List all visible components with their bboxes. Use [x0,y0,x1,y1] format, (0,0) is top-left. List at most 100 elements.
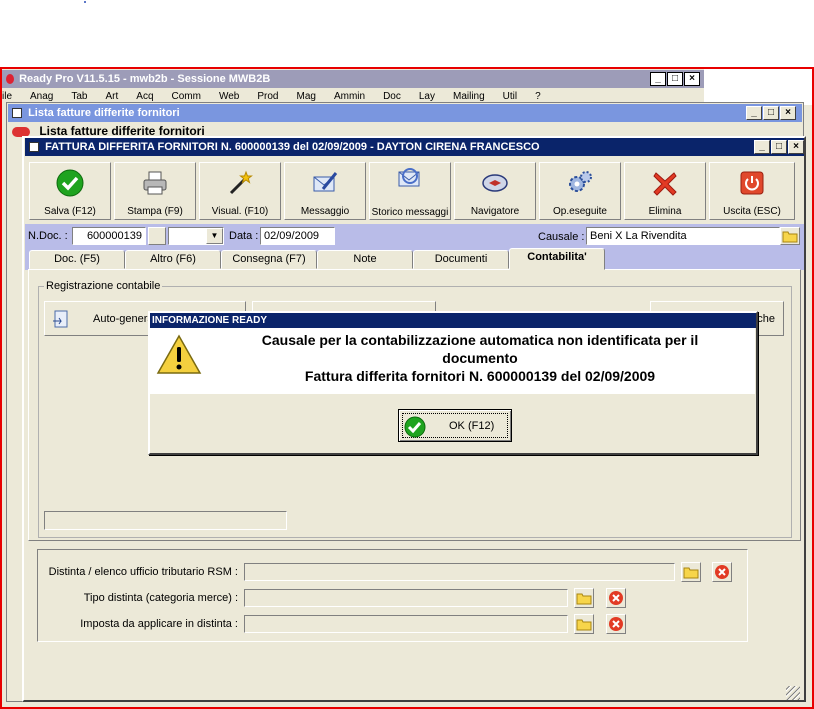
chevron-down-icon[interactable]: ▼ [206,228,223,244]
envelope-pen-icon [313,172,338,192]
main-window-controls: _ □ × [650,72,700,86]
operations-button[interactable]: Op.eseguite [539,162,621,220]
close-button[interactable]: × [684,72,700,86]
tab-consegna[interactable]: Consegna (F7) [221,250,317,269]
delete-button[interactable]: Elimina [624,162,706,220]
invoice-window-titlebar[interactable]: FATTURA DIFFERITA FORNITORI N. 600000139… [25,138,804,156]
menu-item-ammin[interactable]: Ammin [334,91,365,102]
menu-item-doc[interactable]: Doc [383,91,401,102]
menu-item-art[interactable]: Art [106,91,119,102]
menu-item-tab[interactable]: Tab [71,91,87,102]
invoice-window-title: FATTURA DIFFERITA FORNITORI N. 600000139… [45,141,540,153]
invoice-window-controls: _ □ × [754,140,804,154]
desktop-background-strip [704,69,812,105]
menu-item-acq[interactable]: Acq [136,91,153,102]
menu-item-ile[interactable]: ile [2,91,12,102]
imposta-field[interactable] [244,615,568,633]
print-button[interactable]: Stampa (F9) [114,162,196,220]
menu-item-prod[interactable]: Prod [257,91,278,102]
warning-icon [156,334,202,374]
folder-icon [683,567,699,579]
menu-item-[interactable]: ? [535,91,541,102]
menu-item-mailing[interactable]: Mailing [453,91,485,102]
elenco-folder-button[interactable] [681,562,701,582]
elenco-field[interactable] [244,563,675,581]
invoice-icon [29,142,39,153]
tipo-label: Tipo distinta (categoria merce) : [83,592,238,604]
list-icon [12,108,22,119]
message-history-icon [398,168,420,187]
message-line-1: Causale per la contabilizzazione automat… [261,332,699,348]
imposta-clear-button[interactable] [606,614,626,634]
message-button[interactable]: Messaggio [284,162,366,220]
list-close-button[interactable]: × [780,106,796,120]
registrazione-group-label: Registrazione contabile [44,280,163,292]
menu-item-comm[interactable]: Comm [172,91,201,102]
list-maximize-button[interactable]: □ [763,106,779,120]
invoice-close-button[interactable]: × [788,140,804,154]
main-window-title: Ready Pro V11.5.15 - mwb2b - Sessione MW… [19,73,271,85]
tab-altro[interactable]: Altro (F6) [125,250,221,269]
info-dialog-titlebar[interactable]: INFORMAZIONE READY [150,313,756,328]
minimize-button[interactable]: _ [650,72,666,86]
magic-wand-icon [229,170,253,195]
imposta-folder-button[interactable] [574,614,594,634]
message-line-2: documento [442,350,518,366]
tab-documenti[interactable]: Documenti [413,250,509,269]
auto-genera-label: Auto-genera [93,313,154,325]
exit-button[interactable]: Uscita (ESC) [709,162,795,220]
navigator-button[interactable]: Navigatore [454,162,536,220]
menu-item-web[interactable]: Web [219,91,239,102]
list-window-titlebar[interactable]: Lista fatture differite fornitori [8,104,802,122]
menu-item-anag[interactable]: Anag [30,91,53,102]
invoice-maximize-button[interactable]: □ [771,140,787,154]
tipo-field[interactable] [244,589,568,607]
imposta-label: Imposta da applicare in distinta : [80,618,238,630]
info-dialog-message: Causale per la contabilizzazione automat… [210,331,750,385]
power-icon [740,171,764,195]
gears-icon [569,171,592,192]
invoice-minimize-button[interactable]: _ [754,140,770,154]
right-button-label: che [757,313,775,325]
message-line-3: Fattura differita fornitori N. 600000139… [304,368,656,384]
printer-icon [143,171,167,195]
maximize-button[interactable]: □ [667,72,683,86]
causale-field[interactable]: Beni X La Rivendita [586,227,780,245]
app-icon [6,74,14,85]
list-window-title: Lista fatture differite fornitori [28,107,180,119]
compass-icon [482,174,508,192]
tab-note[interactable]: Note [317,250,413,269]
save-button[interactable]: Salva (F12) [29,162,111,220]
main-window-titlebar[interactable]: Ready Pro V11.5.15 - mwb2b - Sessione MW… [2,70,704,88]
resize-grip[interactable] [786,686,800,700]
red-circle-x-icon [715,565,729,579]
tab-contabilita[interactable]: Contabilita' [509,248,605,270]
registration-status-field [44,511,287,530]
document-arrow-icon [53,310,68,328]
ok-button[interactable]: OK (F12) [398,409,512,442]
menu-item-lay[interactable]: Lay [419,91,435,102]
menu-item-util[interactable]: Util [503,91,517,102]
list-minimize-button[interactable]: _ [746,106,762,120]
causale-label: Causale : [538,231,585,243]
tipo-clear-button[interactable] [606,588,626,608]
tab-doc[interactable]: Doc. (F5) [29,250,125,269]
list-window-controls: _ □ × [746,106,796,120]
info-dialog-title: INFORMAZIONE READY [152,315,267,326]
tipo-folder-button[interactable] [574,588,594,608]
elenco-clear-button[interactable] [712,562,732,582]
view-button[interactable]: Visual. (F10) [199,162,281,220]
ndoc-label: N.Doc. : [28,230,68,242]
causale-folder-button[interactable] [780,227,800,245]
red-x-icon [653,172,677,196]
ndoc-lookup-button[interactable] [148,227,166,245]
ndoc-field[interactable]: 600000139 [72,227,146,245]
message-history-label: Storico messaggi [371,207,449,218]
message-history-button[interactable]: Storico messaggi [369,162,451,220]
check-icon [56,169,84,197]
menu-item-mag[interactable]: Mag [296,91,315,102]
ok-button-label: OK (F12) [449,420,495,432]
red-circle-x-icon [609,591,623,605]
date-field[interactable]: 02/09/2009 [260,227,335,245]
stray-dot [84,1,86,3]
